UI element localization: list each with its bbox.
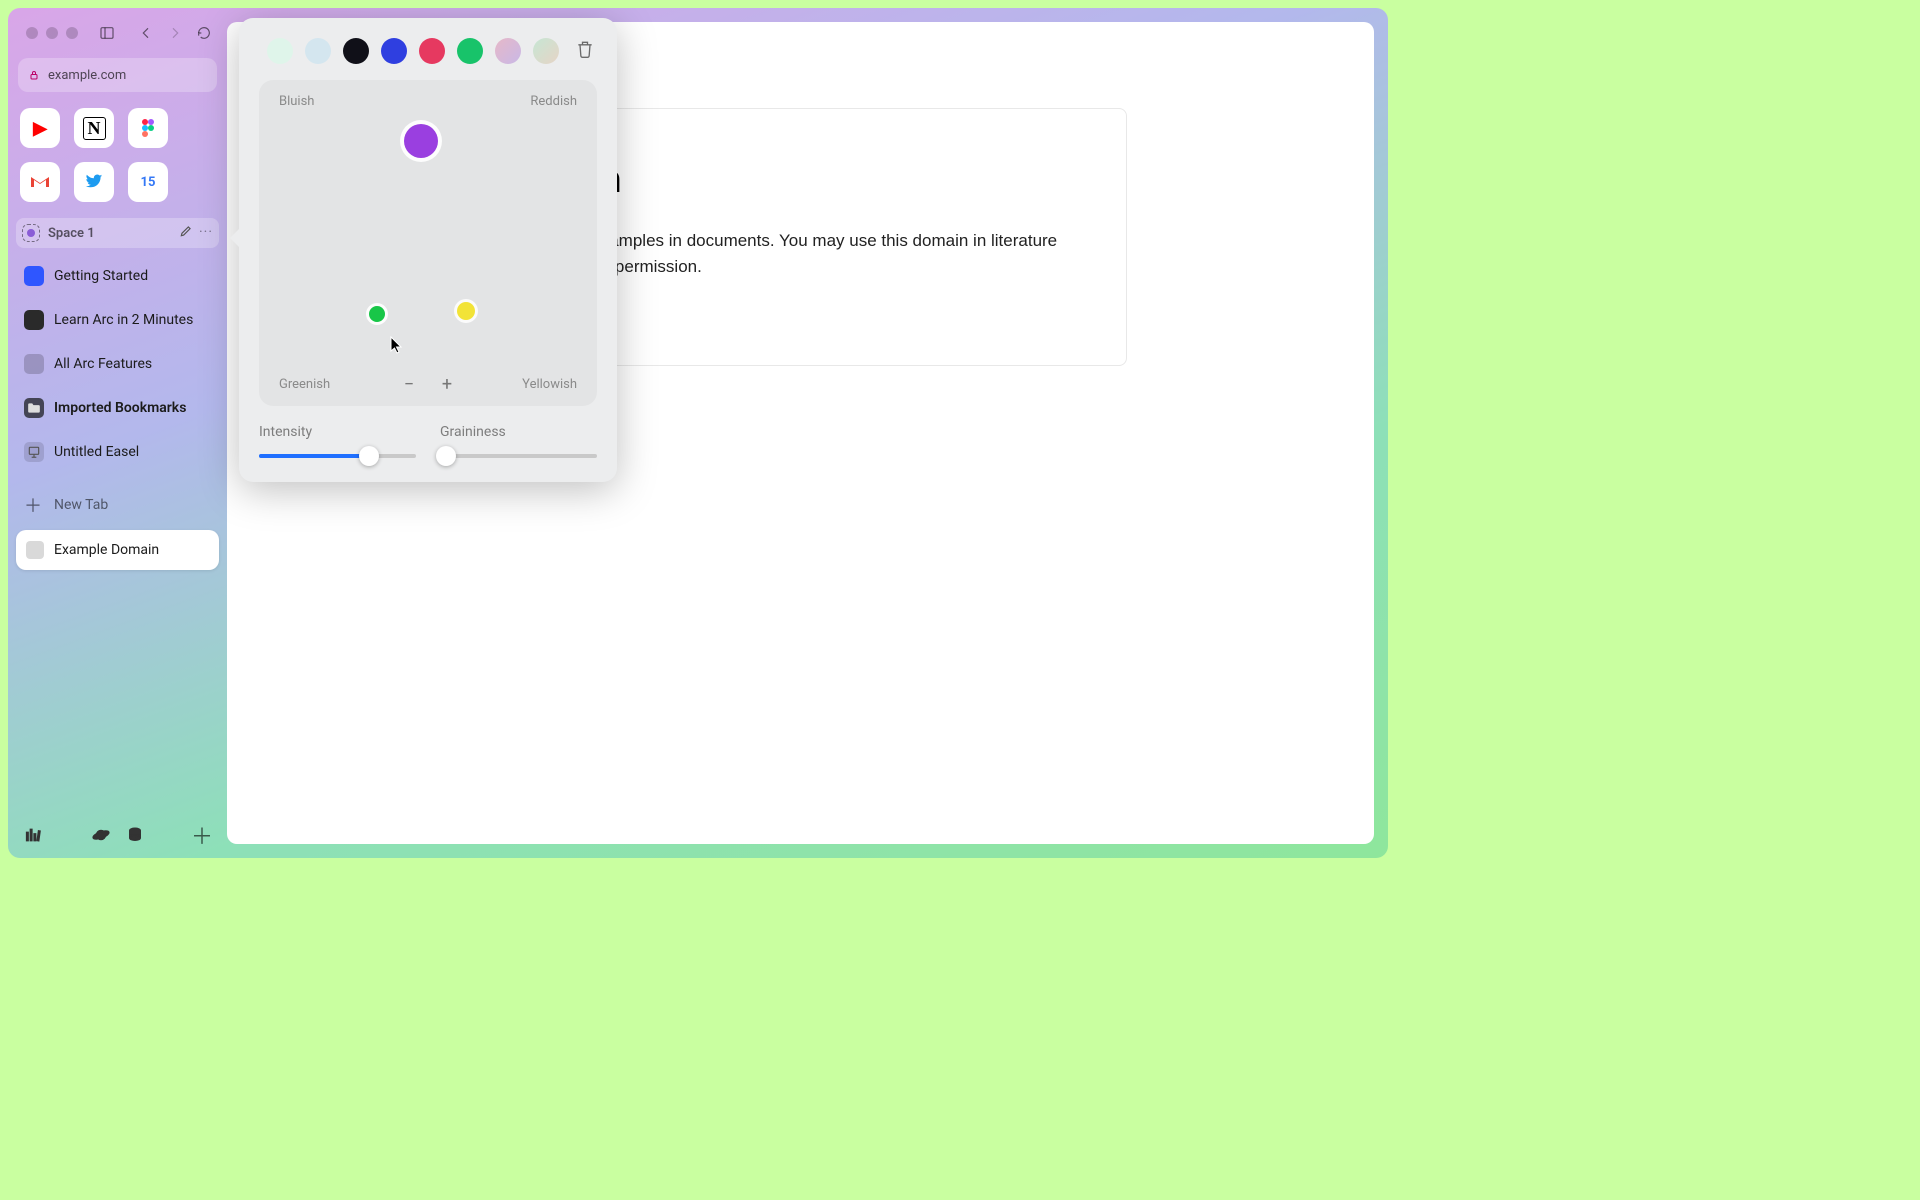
- color-swatch[interactable]: [457, 38, 483, 64]
- favorite-youtube[interactable]: ▶: [20, 108, 60, 148]
- graininess-slider[interactable]: Graininess: [440, 424, 597, 458]
- color-node-secondary[interactable]: [369, 306, 385, 322]
- space-more-icon[interactable]: ···: [199, 224, 213, 242]
- pinned-learn-arc[interactable]: Learn Arc in 2 Minutes: [16, 300, 219, 340]
- theme-popover: Bluish Reddish Greenish Yellowish − + In…: [239, 18, 617, 482]
- new-tab-label: New Tab: [54, 497, 108, 513]
- archive-icon[interactable]: [126, 826, 144, 844]
- pinned-getting-started[interactable]: Getting Started: [16, 256, 219, 296]
- color-swatch-row: [259, 34, 597, 80]
- edit-space-icon[interactable]: [179, 224, 193, 242]
- remove-color-icon[interactable]: −: [399, 374, 419, 395]
- add-color-icon[interactable]: +: [437, 374, 457, 395]
- favorite-glyph: 15: [141, 175, 156, 190]
- favorite-twitter[interactable]: [74, 162, 114, 202]
- favorites-grid: ▶ N 15: [16, 104, 219, 216]
- sidebar: example.com ▶ N 15 Space 1: [8, 8, 227, 858]
- pinned-label: Learn Arc in 2 Minutes: [54, 312, 193, 328]
- address-text: example.com: [48, 68, 126, 83]
- intensity-slider[interactable]: Intensity: [259, 424, 416, 458]
- favorite-glyph: ▶: [33, 118, 47, 139]
- easel-icon: [24, 442, 44, 462]
- slider-label: Graininess: [440, 424, 597, 440]
- color-swatch[interactable]: [267, 38, 293, 64]
- lock-icon: [28, 68, 40, 82]
- pinned-icon: [24, 354, 44, 374]
- nav-forward-icon[interactable]: [166, 21, 185, 45]
- color-swatch[interactable]: [495, 38, 521, 64]
- address-bar[interactable]: example.com: [18, 58, 217, 92]
- new-tab-button[interactable]: ＋ New Tab: [16, 490, 219, 520]
- color-field-label-yellowish: Yellowish: [522, 377, 577, 392]
- color-swatch[interactable]: [533, 38, 559, 64]
- color-node-tertiary[interactable]: [457, 302, 475, 320]
- slider-thumb[interactable]: [359, 446, 379, 466]
- color-swatch[interactable]: [343, 38, 369, 64]
- browser-window: example.com ▶ N 15 Space 1: [8, 8, 1388, 858]
- pinned-label: Untitled Easel: [54, 444, 139, 460]
- tab-example-domain[interactable]: Example Domain: [16, 530, 219, 570]
- pinned-untitled-easel[interactable]: Untitled Easel: [16, 432, 219, 472]
- sidebar-footer: ＋: [16, 818, 219, 848]
- space-label: Space 1: [48, 226, 171, 241]
- close-window-dot[interactable]: [26, 27, 38, 39]
- color-swatch[interactable]: [381, 38, 407, 64]
- favorite-glyph: N: [83, 117, 106, 140]
- pinned-imported-bookmarks[interactable]: Imported Bookmarks: [16, 388, 219, 428]
- color-field[interactable]: Bluish Reddish Greenish Yellowish − +: [259, 80, 597, 406]
- color-swatch[interactable]: [305, 38, 331, 64]
- twitter-icon: [85, 174, 103, 190]
- color-field-label-greenish: Greenish: [279, 377, 330, 392]
- slider-track[interactable]: [259, 454, 416, 458]
- color-field-label-bluish: Bluish: [279, 94, 314, 109]
- open-tabs: Example Domain: [16, 530, 219, 570]
- nav-back-icon[interactable]: [137, 21, 156, 45]
- trash-icon[interactable]: [575, 38, 595, 64]
- pinned-icon: [24, 310, 44, 330]
- tab-label: Example Domain: [54, 542, 159, 558]
- reload-icon[interactable]: [194, 21, 213, 45]
- favorite-gmail[interactable]: [20, 162, 60, 202]
- fullscreen-window-dot[interactable]: [66, 27, 78, 39]
- color-swatch[interactable]: [419, 38, 445, 64]
- gmail-icon: [30, 175, 50, 189]
- library-icon[interactable]: [24, 826, 42, 844]
- new-item-icon[interactable]: ＋: [193, 826, 211, 844]
- pinned-label: All Arc Features: [54, 356, 152, 372]
- figma-icon: [141, 118, 155, 138]
- space-badge-icon: [22, 224, 40, 242]
- minimize-window-dot[interactable]: [46, 27, 58, 39]
- favorite-figma[interactable]: [128, 108, 168, 148]
- slider-thumb[interactable]: [436, 446, 456, 466]
- color-field-label-reddish: Reddish: [530, 94, 577, 109]
- traffic-lights[interactable]: [26, 27, 78, 39]
- favorite-calendar[interactable]: 15: [128, 162, 168, 202]
- slider-track[interactable]: [440, 454, 597, 458]
- pinned-all-features[interactable]: All Arc Features: [16, 344, 219, 384]
- space-selector[interactable]: Space 1 ···: [16, 218, 219, 248]
- pinned-icon: [24, 266, 44, 286]
- favorite-notion[interactable]: N: [74, 108, 114, 148]
- pinned-label: Imported Bookmarks: [54, 400, 186, 416]
- folder-icon: [24, 398, 44, 418]
- slider-label: Intensity: [259, 424, 416, 440]
- pinned-label: Getting Started: [54, 268, 148, 284]
- color-node-primary[interactable]: [404, 124, 438, 158]
- window-toolbar: [16, 18, 219, 48]
- tab-favicon: [26, 541, 44, 559]
- pinned-list: Getting Started Learn Arc in 2 Minutes A…: [16, 256, 219, 472]
- sidebar-toggle-icon[interactable]: [98, 21, 117, 45]
- space-switcher-icon[interactable]: [92, 826, 110, 844]
- plus-icon: ＋: [24, 492, 42, 518]
